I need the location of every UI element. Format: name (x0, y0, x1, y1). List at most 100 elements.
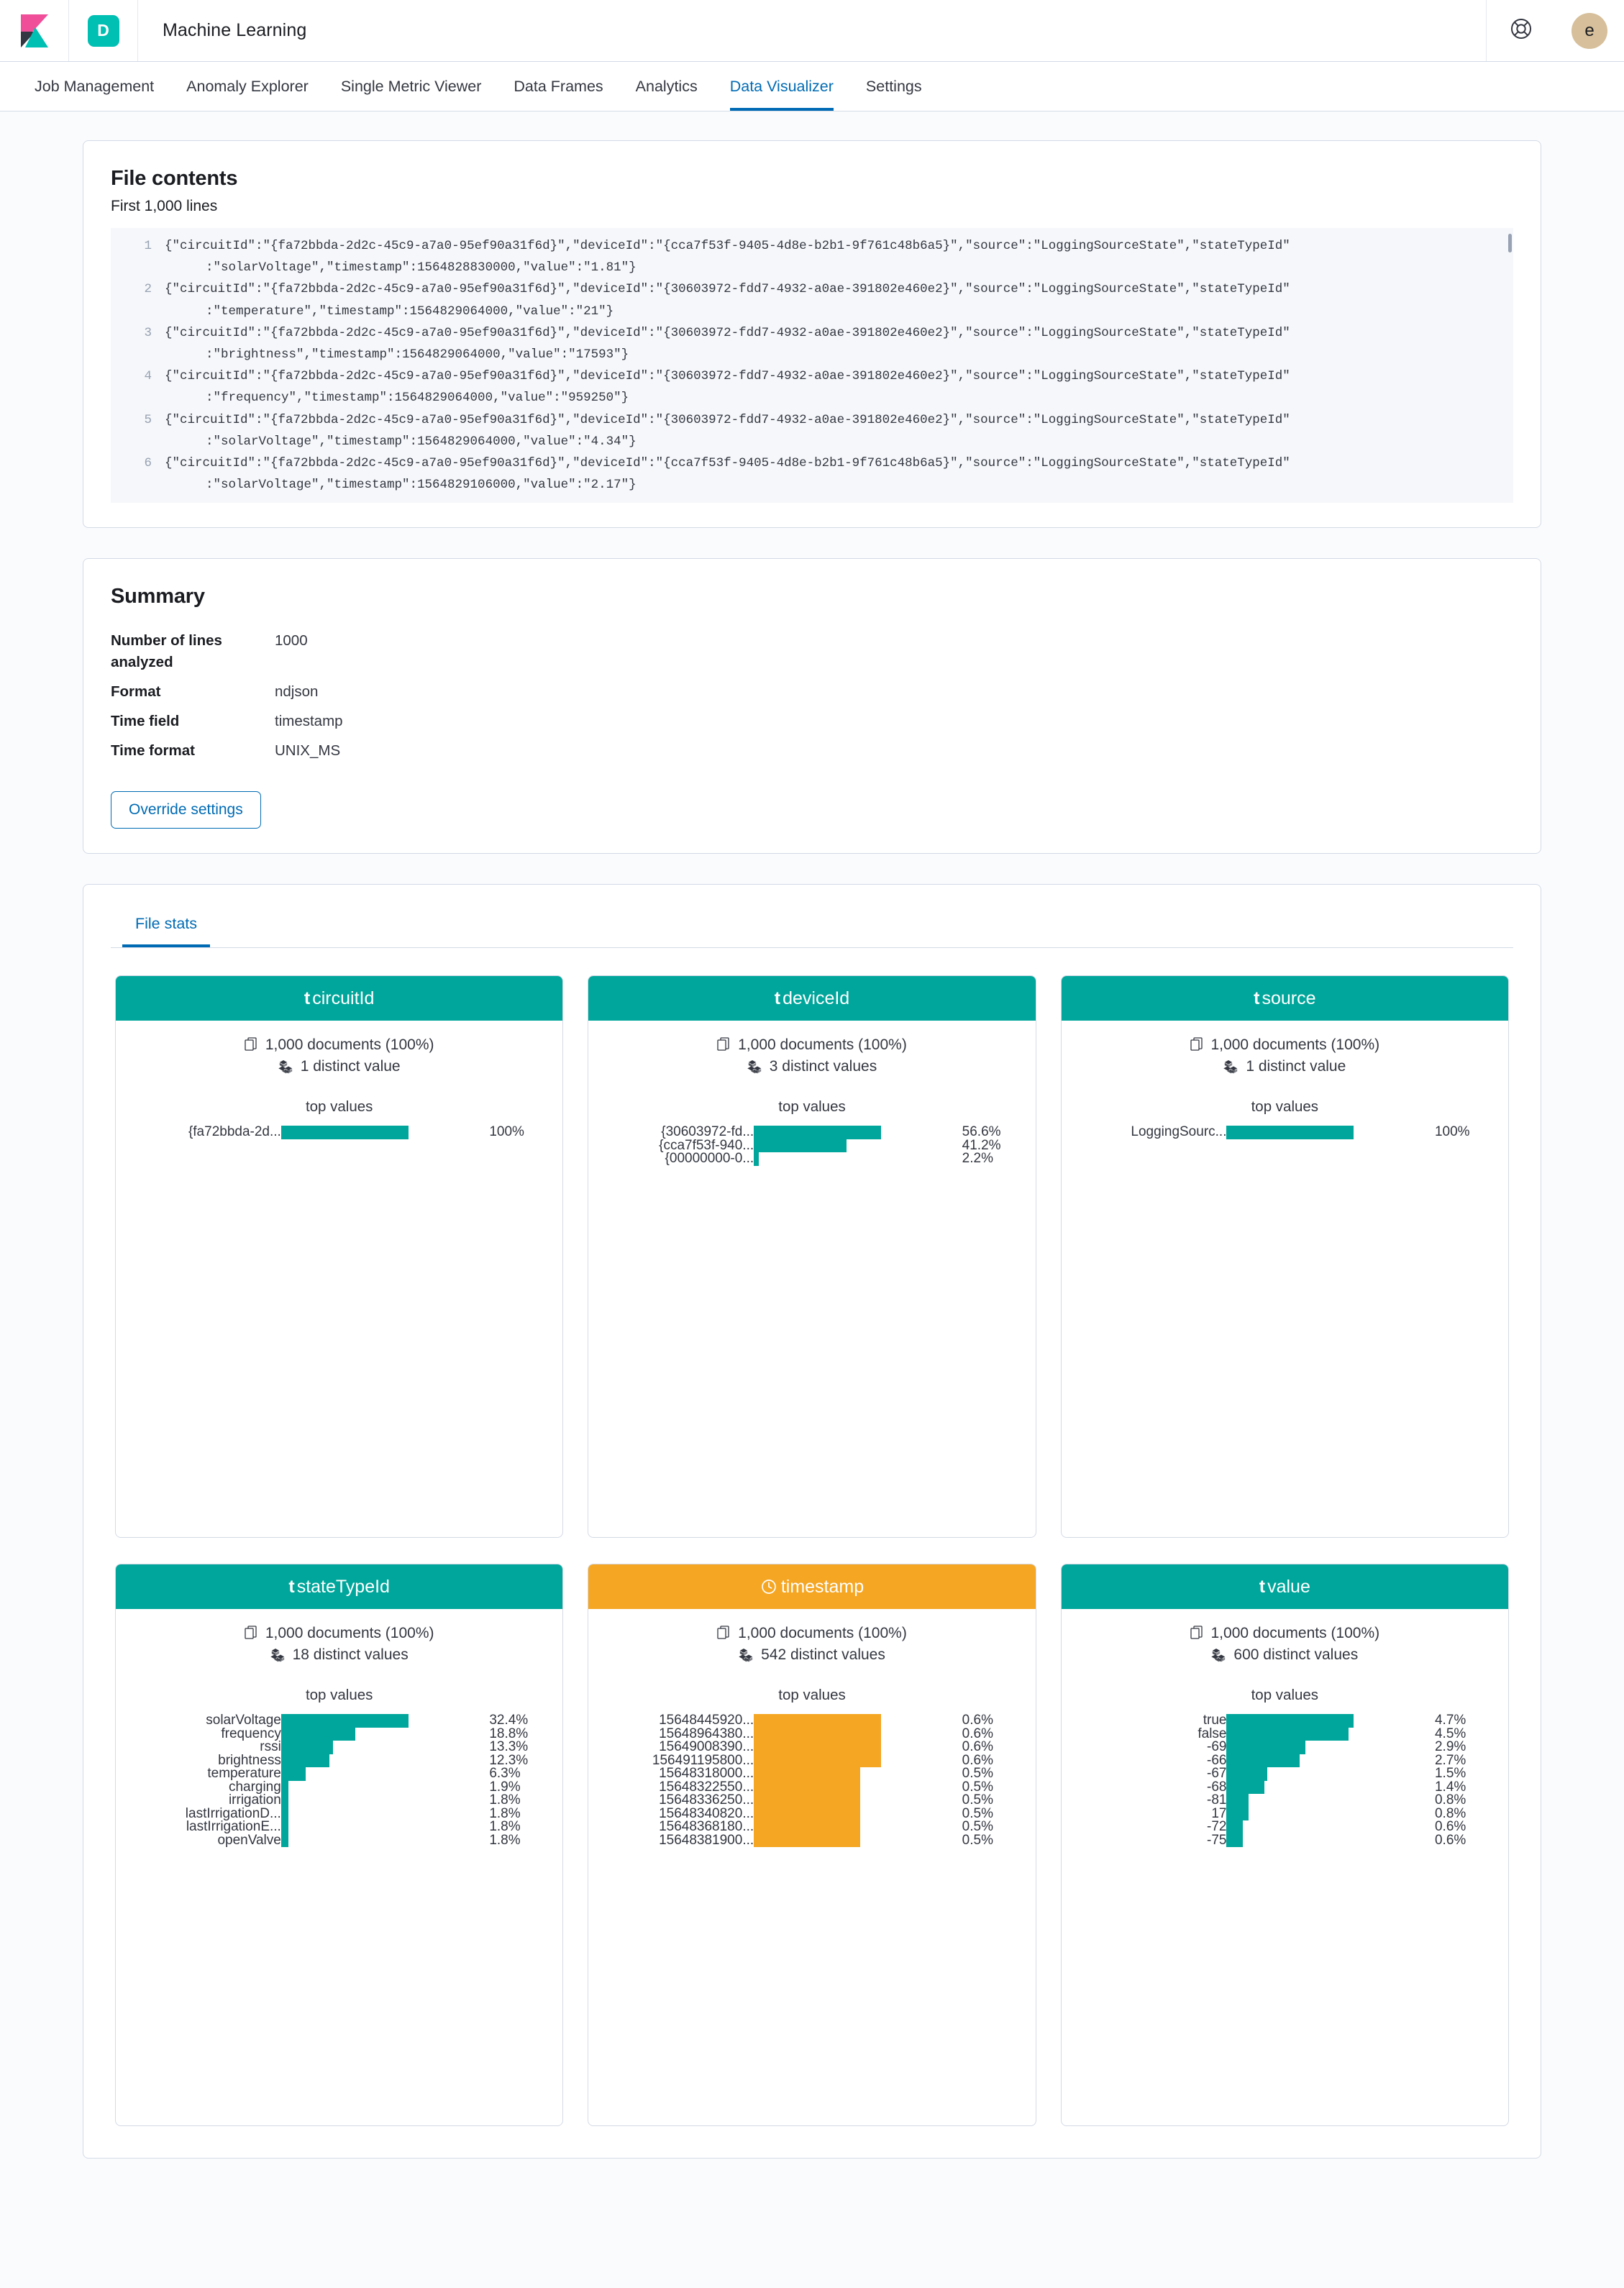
app-title: Machine Learning (138, 0, 331, 61)
top-value-label: lastIrrigationE... (186, 1820, 281, 1834)
code-line: 5 {"circuitId":"{fa72bbda-2d2c-45c9-a7a0-… (111, 409, 1513, 452)
summary-key: Time field (111, 713, 180, 730)
top-value-bar (1226, 1820, 1244, 1834)
top-value-bar-track (754, 1126, 959, 1139)
top-value-label: 15648368180... (659, 1820, 754, 1834)
top-value-row: charging 1.9% (132, 1780, 547, 1795)
top-value-row: -66 2.7% (1077, 1754, 1492, 1768)
tab-job-management[interactable]: Job Management (35, 78, 154, 111)
top-value-bar-track (280, 1780, 487, 1795)
top-value-bar (754, 1152, 759, 1166)
top-value-bar (1226, 1126, 1354, 1139)
code-line: 1 {"circuitId":"{fa72bbda-2d2c-45c9-a7a0-… (111, 235, 1513, 278)
cubes-icon (739, 1648, 754, 1662)
code-line-text: {"circuitId":"{fa72bbda-2d2c-45c9-a7a0-9… (165, 282, 1290, 319)
string-type-icon: t (1254, 988, 1260, 1008)
field-card-body: 1,000 documents (100%) 18 distinct value… (116, 1609, 562, 2125)
tab-single-metric-viewer[interactable]: Single Metric Viewer (341, 78, 482, 111)
top-value-label: 15648318000... (659, 1767, 754, 1781)
tab-analytics[interactable]: Analytics (636, 78, 698, 111)
field-card-timestamp: timestamp 1,000 documents (100%) 542 dis… (588, 1564, 1036, 2127)
top-value-label: solarVoltage (206, 1714, 281, 1728)
top-value-bar-track (754, 1767, 959, 1781)
clock-icon (760, 1577, 780, 1598)
field-card-name: stateTypeId (296, 1576, 390, 1597)
code-line-text: {"circuitId":"{fa72bbda-2d2c-45c9-a7a0-9… (165, 456, 1290, 493)
file-contents-title: File contents (111, 167, 238, 190)
distinct-count-label: 18 distinct values (292, 1646, 409, 1664)
top-value-row: false 4.5% (1077, 1727, 1492, 1741)
top-value-row: {30603972-fd... 56.6% (604, 1126, 1019, 1139)
document-count-label: 1,000 documents (100%) (738, 1036, 907, 1054)
tab-data-frames[interactable]: Data Frames (514, 78, 603, 111)
field-card-deviceId: t deviceId 1,000 documents (100%) 3 disti… (588, 975, 1036, 1539)
top-value-row: openValve 1.8% (132, 1832, 547, 1848)
file-stats-panel: File stats t circuitId 1,000 documents (1… (83, 884, 1541, 2159)
top-values-label: top values (305, 1687, 373, 1704)
top-value-label: rssi (260, 1741, 281, 1754)
code-line: 4 {"circuitId":"{fa72bbda-2d2c-45c9-a7a0-… (111, 365, 1513, 409)
top-value-label: {30603972-fd... (661, 1126, 754, 1139)
override-settings-button[interactable]: Override settings (111, 791, 261, 829)
top-value-row: 156491195800... 0.6% (604, 1754, 1019, 1768)
field-card-header: t value (1061, 1564, 1508, 1610)
top-value-label: frequency (221, 1727, 281, 1741)
top-value-percent: 1.8% (489, 1832, 521, 1848)
top-value-bar (754, 1727, 882, 1741)
top-value-bar-track (754, 1820, 959, 1834)
file-contents-code-block[interactable]: 1 {"circuitId":"{fa72bbda-2d2c-45c9-a7a0-… (111, 228, 1513, 503)
top-value-bar (1226, 1767, 1267, 1781)
top-value-bar (754, 1794, 860, 1808)
user-menu-button[interactable]: e (1555, 0, 1624, 61)
avatar: e (1571, 12, 1607, 49)
distinct-count-line: 1 distinct value (130, 1058, 548, 1075)
top-values-label: top values (778, 1098, 846, 1116)
field-card-name: circuitId (312, 988, 375, 1008)
top-value-bar (280, 1767, 306, 1781)
top-value-bar (280, 1754, 330, 1768)
tab-data-visualizer[interactable]: Data Visualizer (729, 78, 834, 111)
top-value-label: -81 (1207, 1794, 1227, 1808)
cubes-icon (278, 1059, 294, 1074)
code-scrollbar[interactable] (1508, 234, 1512, 252)
summary-table: Number of lines analyzed 1000 Format ndjson… (111, 630, 1513, 762)
field-card-value: t value 1,000 documents (100%) 600 distin… (1060, 1564, 1509, 2127)
top-value-bar-track (1226, 1833, 1432, 1848)
cubes-icon (1211, 1648, 1227, 1662)
top-value-row: 15648336250... 0.5% (604, 1794, 1019, 1808)
tab-settings[interactable]: Settings (866, 78, 922, 111)
code-line: 6 {"circuitId":"{fa72bbda-2d2c-45c9-a7a0-… (111, 452, 1513, 496)
document-count-line: 1,000 documents (100%) (1076, 1625, 1494, 1642)
top-value-bar-track (1226, 1754, 1432, 1768)
top-value-bar-track (1226, 1820, 1432, 1834)
code-line-number: 4 (144, 369, 152, 384)
subtab-file-stats[interactable]: File stats (122, 906, 211, 948)
top-value-bar-track (1226, 1767, 1432, 1781)
field-card-header: t deviceId (588, 976, 1036, 1021)
top-value-bar-track (754, 1727, 959, 1741)
top-chrome-bar: D Machine Learning e (0, 0, 1624, 62)
top-value-label: -72 (1207, 1820, 1227, 1834)
kibana-home-button[interactable] (0, 0, 69, 61)
top-value-bar-track (280, 1820, 487, 1834)
document-count-line: 1,000 documents (100%) (130, 1625, 548, 1642)
top-value-row: irrigation 1.8% (132, 1794, 547, 1808)
top-value-label: openValve (217, 1833, 281, 1848)
top-values-list: 15648445920... 0.6% 15648964380... 0.6% 1564… (603, 1714, 1021, 1848)
cubes-icon (747, 1059, 763, 1074)
string-type-icon: t (1259, 1576, 1266, 1597)
top-value-bar-track (280, 1833, 487, 1848)
document-count-label: 1,000 documents (100%) (1210, 1625, 1380, 1642)
help-button[interactable] (1486, 0, 1555, 61)
top-value-label: brightness (218, 1754, 281, 1768)
distinct-count-line: 542 distinct values (603, 1646, 1021, 1664)
top-value-bar (1226, 1833, 1244, 1848)
space-switcher-button[interactable]: D (69, 0, 138, 61)
top-value-bar (754, 1780, 860, 1795)
top-value-row: 17 0.8% (1077, 1807, 1492, 1821)
tab-anomaly-explorer[interactable]: Anomaly Explorer (186, 78, 309, 111)
distinct-count-label: 3 distinct values (769, 1058, 877, 1075)
top-value-percent: 100% (489, 1124, 524, 1140)
top-value-bar-track (280, 1741, 487, 1754)
code-line: 3 {"circuitId":"{fa72bbda-2d2c-45c9-a7a0-… (111, 322, 1513, 365)
